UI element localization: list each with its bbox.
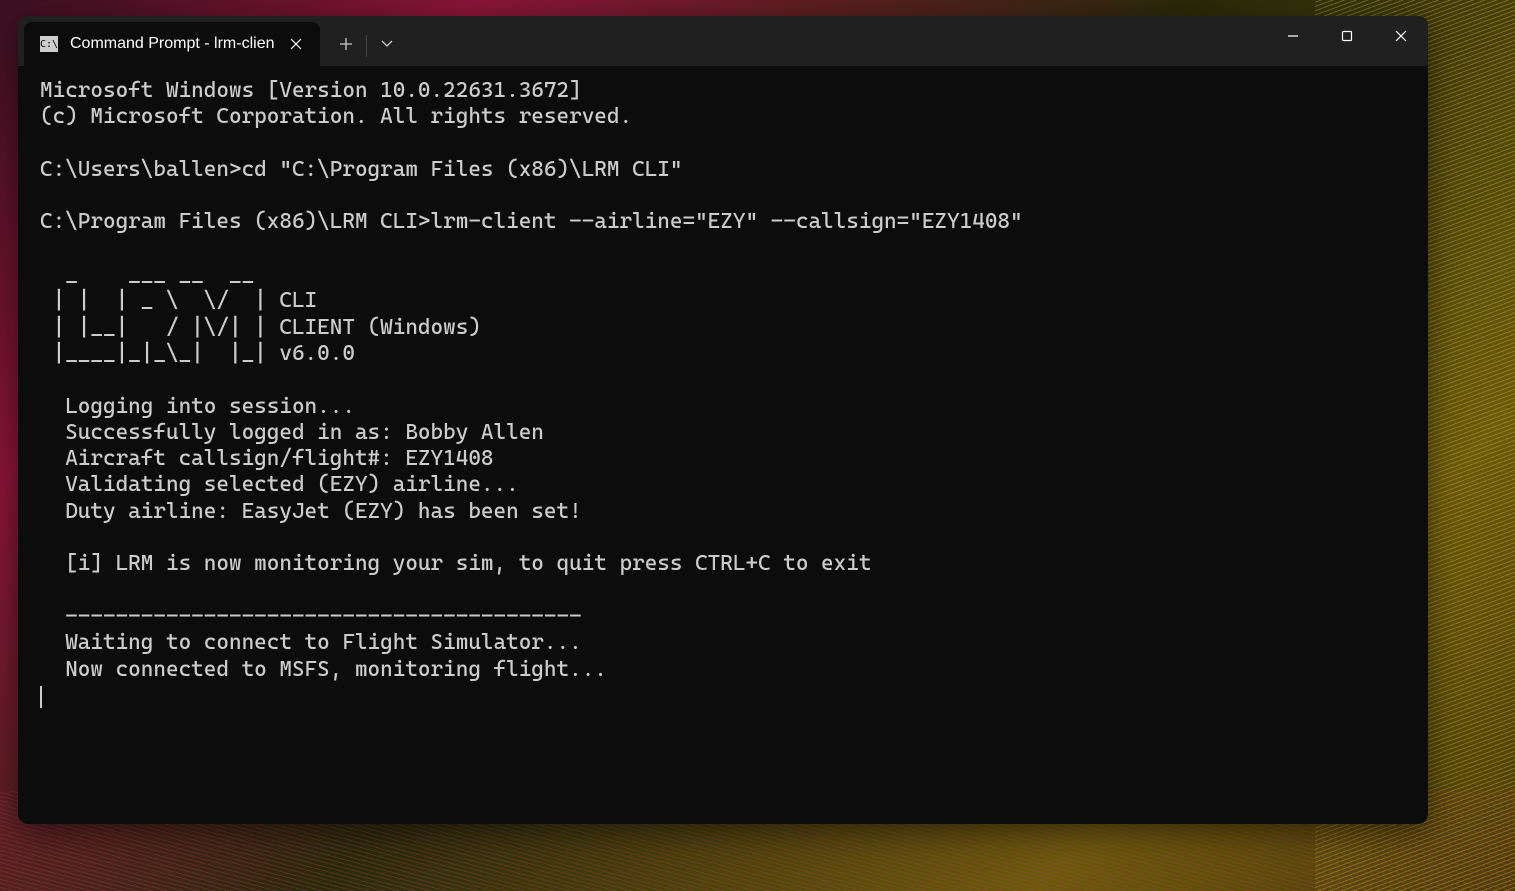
terminal-output[interactable]: Microsoft Windows [Version 10.0.22631.36… — [18, 66, 1428, 824]
terminal-line: (c) Microsoft Corporation. All rights re… — [40, 104, 632, 129]
close-window-button[interactable] — [1374, 16, 1428, 56]
minimize-button[interactable] — [1266, 16, 1320, 56]
terminal-line: Now connected to MSFS, monitoring flight… — [40, 657, 607, 682]
terminal-line: Duty airline: EasyJet (EZY) has been set… — [40, 499, 582, 524]
tab-divider — [366, 35, 367, 57]
terminal-line: Validating selected (EZY) airline... — [40, 472, 519, 497]
new-tab-button[interactable] — [328, 26, 364, 62]
tab-dropdown-button[interactable] — [369, 26, 405, 62]
terminal-line: Successfully logged in as: Bobby Allen — [40, 420, 544, 445]
tab-title: Command Prompt - lrm-clien — [70, 35, 274, 53]
terminal-line: | | | _ \ \/ | CLI — [40, 288, 317, 313]
text-cursor — [40, 686, 42, 708]
close-tab-button[interactable] — [286, 34, 306, 54]
terminal-line: [i] LRM is now monitoring your sim, to q… — [40, 551, 871, 576]
terminal-line: C:\Program Files (x86)\LRM CLI>lrm-clien… — [40, 209, 1023, 234]
titlebar[interactable]: C:\ Command Prompt - lrm-clien — [18, 16, 1428, 66]
active-tab[interactable]: C:\ Command Prompt - lrm-clien — [24, 22, 320, 66]
terminal-window: C:\ Command Prompt - lrm-clien — [18, 16, 1428, 824]
terminal-line: Waiting to connect to Flight Simulator..… — [40, 630, 582, 655]
titlebar-drag-area[interactable] — [405, 16, 1266, 66]
terminal-line: Microsoft Windows [Version 10.0.22631.36… — [40, 78, 582, 103]
terminal-line: Logging into session... — [40, 394, 355, 419]
terminal-line: |____|_|_\_| |_| v6.0.0 — [40, 341, 355, 366]
terminal-line: ----------------------------------------… — [40, 604, 582, 629]
terminal-line: | |__| / |\/| | CLIENT (Windows) — [40, 315, 481, 340]
tab-actions — [320, 16, 405, 66]
terminal-line: Aircraft callsign/flight#: EZY1408 — [40, 446, 494, 471]
cmd-icon: C:\ — [40, 36, 58, 52]
terminal-line: C:\Users\ballen>cd "C:\Program Files (x8… — [40, 157, 682, 182]
terminal-line: _ ___ __ __ — [40, 262, 254, 287]
maximize-button[interactable] — [1320, 16, 1374, 56]
window-controls — [1266, 16, 1428, 66]
